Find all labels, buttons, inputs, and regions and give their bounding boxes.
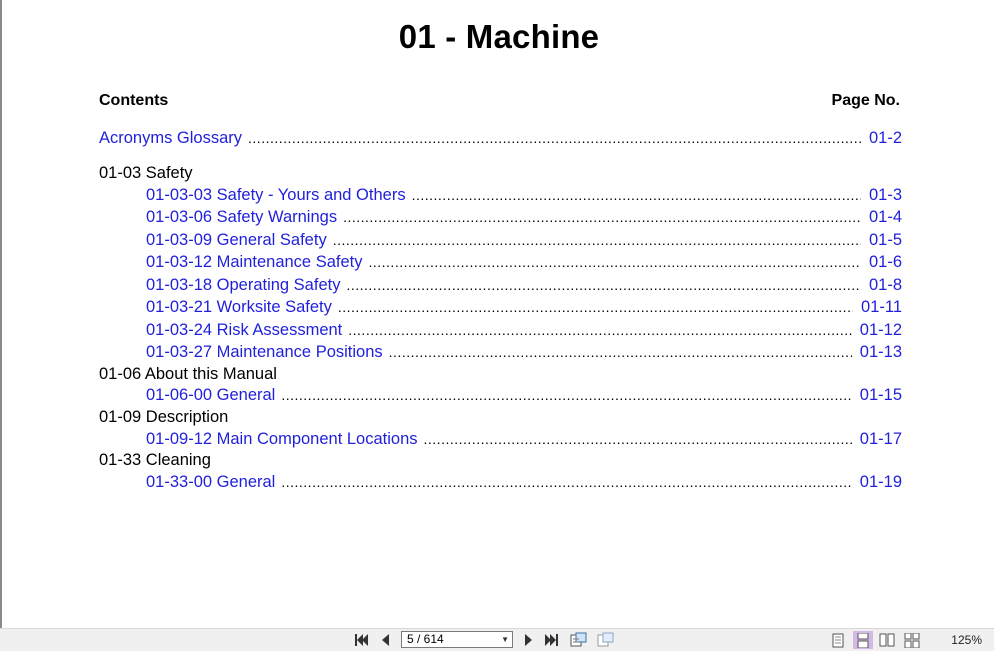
two-page-view-icon	[879, 633, 895, 647]
toc-section-heading: 01-03 Safety	[99, 162, 902, 184]
toc-page-number[interactable]: 01-13	[860, 341, 902, 363]
toc-entry[interactable]: 01-03-12 Maintenance Safety 01-6	[146, 251, 902, 273]
toc-page-number[interactable]: 01-12	[860, 319, 902, 341]
toc-section-heading: 01-33 Cleaning	[99, 449, 902, 471]
toc-page-number[interactable]: 01-5	[869, 229, 902, 251]
toc-entry-link[interactable]: 01-03-21 Worksite Safety	[146, 296, 332, 318]
toc-dot-leader	[281, 384, 851, 406]
toc-page-number[interactable]: 01-2	[869, 127, 902, 149]
toc-entry[interactable]: 01-03-27 Maintenance Positions 01-13	[146, 341, 902, 363]
toc-page-number[interactable]: 01-3	[869, 184, 902, 206]
last-page-icon	[545, 634, 558, 646]
single-page-view-button[interactable]	[830, 632, 846, 648]
toc-entry-link[interactable]: 01-06-00 General	[146, 384, 275, 406]
toc-page-number[interactable]: 01-11	[861, 296, 902, 318]
toc-entry[interactable]: Acronyms Glossary 01-2	[99, 127, 902, 149]
toc-section-label: 01-09 Description	[99, 408, 229, 426]
toc-page-number[interactable]: 01-4	[869, 206, 902, 228]
toc-dot-leader	[346, 274, 861, 296]
toc-dot-leader	[338, 296, 853, 318]
toc-entry[interactable]: 01-09-12 Main Component Locations 01-17	[146, 428, 902, 450]
toc-page-number[interactable]: 01-17	[860, 428, 902, 450]
toc-entry-link[interactable]: 01-03-12 Maintenance Safety	[146, 251, 362, 273]
toc-entry[interactable]: 01-03-09 General Safety 01-5	[146, 229, 902, 251]
two-page-continuous-view-icon	[904, 632, 920, 648]
toc-page-number[interactable]: 01-8	[869, 274, 902, 296]
previous-page-icon	[382, 634, 389, 646]
next-page-icon	[525, 634, 532, 646]
toc-entry[interactable]: 01-03-21 Worksite Safety 01-11	[146, 296, 902, 318]
toc-entry-link[interactable]: Acronyms Glossary	[99, 127, 242, 149]
pdf-viewer-toolbar: 5 / 614 ▼ 125%	[0, 628, 994, 651]
toc-entry[interactable]: 01-03-24 Risk Assessment 01-12	[146, 319, 902, 341]
first-page-icon	[355, 634, 368, 646]
toc-entry-link[interactable]: 01-03-24 Risk Assessment	[146, 319, 342, 341]
toc-page-number[interactable]: 01-6	[869, 251, 902, 273]
toc-entry-link[interactable]: 01-03-09 General Safety	[146, 229, 327, 251]
toc-entry-link[interactable]: 01-03-03 Safety - Yours and Others	[146, 184, 406, 206]
toc-section-label: 01-06 About this Manual	[99, 365, 277, 383]
toc-entry-link[interactable]: 01-03-18 Operating Safety	[146, 274, 340, 296]
last-page-button[interactable]	[543, 632, 561, 648]
previous-page-button[interactable]	[377, 632, 393, 648]
fit-width-button[interactable]	[596, 632, 616, 648]
toc-dot-leader	[281, 471, 851, 493]
continuous-view-icon	[857, 632, 869, 648]
two-page-continuous-view-button[interactable]	[903, 632, 921, 648]
toc-section-heading: 01-09 Description	[99, 406, 902, 428]
toc-entry[interactable]: 01-03-06 Safety Warnings 01-4	[146, 206, 902, 228]
page-indicator: 5 / 614	[407, 632, 444, 646]
toc-dot-leader	[389, 341, 852, 363]
toc-dot-leader	[348, 319, 852, 341]
toc-dot-leader	[248, 127, 861, 149]
toc-dot-leader	[343, 206, 861, 228]
toc-section-label: 01-33 Cleaning	[99, 451, 211, 469]
toc-page-number[interactable]: 01-19	[860, 471, 902, 493]
toc-section-label: 01-03 Safety	[99, 164, 193, 182]
document-page: 01 - Machine Contents Page No. Acronyms …	[2, 0, 994, 628]
toc-entry-link[interactable]: 01-03-06 Safety Warnings	[146, 206, 337, 228]
fit-page-icon	[570, 632, 587, 647]
toc-page-number[interactable]: 01-15	[860, 384, 902, 406]
zoom-level[interactable]: 125%	[951, 633, 982, 647]
toc-dot-leader	[424, 428, 852, 450]
table-of-contents: Acronyms Glossary 01-2 01-03 Safety 01-03-0…	[99, 0, 902, 640]
toc-entry[interactable]: 01-03-18 Operating Safety 01-8	[146, 274, 902, 296]
toc-dot-leader	[333, 229, 861, 251]
continuous-view-button[interactable]	[853, 631, 873, 649]
toc-dot-leader	[368, 251, 860, 273]
toc-entry[interactable]: 01-06-00 General 01-15	[146, 384, 902, 406]
page-number-field[interactable]: 5 / 614 ▼	[401, 631, 513, 648]
first-page-button[interactable]	[352, 632, 370, 648]
single-page-view-icon	[832, 633, 844, 647]
toc-entry-link[interactable]: 01-03-27 Maintenance Positions	[146, 341, 383, 363]
toc-dot-leader	[412, 184, 861, 206]
two-page-view-button[interactable]	[878, 632, 896, 648]
fit-page-button[interactable]	[569, 632, 589, 648]
next-page-button[interactable]	[521, 632, 537, 648]
toc-section-heading: 01-06 About this Manual	[99, 363, 902, 385]
fit-width-icon	[597, 632, 614, 647]
toc-entry[interactable]: 01-03-03 Safety - Yours and Others 01-3	[146, 184, 902, 206]
toc-entry-link[interactable]: 01-33-00 General	[146, 471, 275, 493]
toc-entry[interactable]: 01-33-00 General 01-19	[146, 471, 902, 493]
page-dropdown-icon[interactable]: ▼	[501, 632, 509, 647]
toc-entry-link[interactable]: 01-09-12 Main Component Locations	[146, 428, 418, 450]
